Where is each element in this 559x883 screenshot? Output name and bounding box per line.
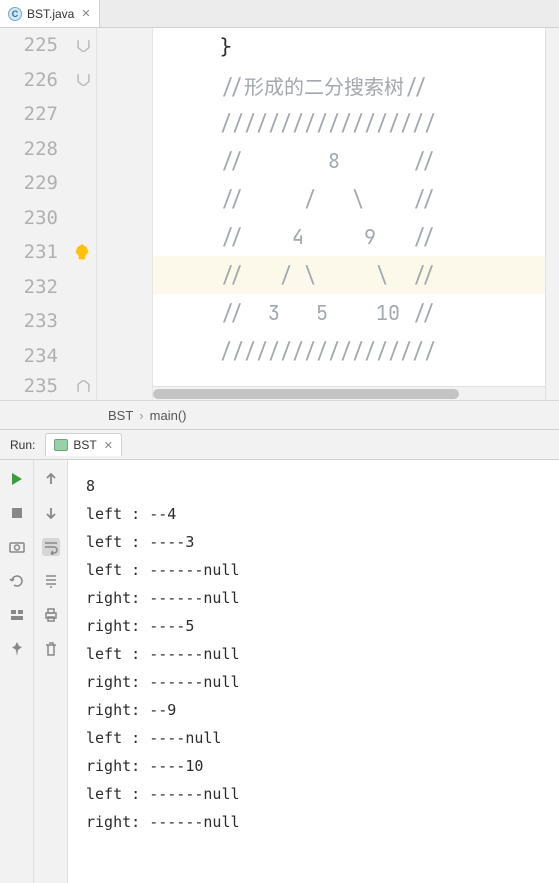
stop-icon[interactable] bbox=[8, 504, 26, 522]
close-icon[interactable]: ✕ bbox=[81, 7, 90, 20]
run-tab[interactable]: BST ✕ bbox=[45, 433, 122, 456]
run-tab-label: BST bbox=[73, 438, 96, 452]
trash-icon[interactable] bbox=[42, 640, 60, 658]
print-icon[interactable] bbox=[42, 606, 60, 624]
console-output[interactable]: 8 left : --4 left : ----3 left : ------n… bbox=[68, 460, 559, 883]
java-class-icon: C bbox=[8, 7, 22, 21]
run-panel-header: Run: BST ✕ bbox=[0, 430, 559, 460]
rerun-icon[interactable] bbox=[8, 572, 26, 590]
vertical-scrollbar[interactable] bbox=[545, 28, 559, 400]
scroll-icon[interactable] bbox=[42, 572, 60, 590]
line-number: 226 bbox=[0, 62, 96, 96]
line-number: 234 bbox=[0, 338, 96, 372]
tab-label: BST.java bbox=[27, 7, 74, 21]
editor-tab-bar: C BST.java ✕ bbox=[0, 0, 559, 28]
breadcrumb-class[interactable]: BST bbox=[108, 408, 133, 423]
down-arrow-icon[interactable] bbox=[42, 504, 60, 522]
intention-bulb-icon[interactable] bbox=[74, 244, 90, 260]
code-line[interactable]: //形成的二分搜索树// bbox=[153, 66, 545, 104]
line-number: 231 bbox=[0, 235, 96, 269]
run-toolbar-left bbox=[0, 460, 34, 883]
chevron-right-icon: › bbox=[139, 408, 143, 423]
editor-tab-bst[interactable]: C BST.java ✕ bbox=[0, 0, 100, 27]
line-number: 232 bbox=[0, 269, 96, 303]
run-toolbar-right bbox=[34, 460, 68, 883]
camera-icon[interactable] bbox=[8, 538, 26, 556]
line-number: 227 bbox=[0, 97, 96, 131]
pin-icon[interactable] bbox=[8, 640, 26, 658]
close-icon[interactable]: ✕ bbox=[104, 439, 113, 452]
code-line[interactable]: // / \ // bbox=[153, 180, 545, 218]
code-editor[interactable]: 225226227228229230231232233234235 }//形成的… bbox=[0, 28, 559, 400]
horizontal-scrollbar[interactable] bbox=[153, 386, 545, 400]
code-line[interactable]: ////////////////// bbox=[153, 104, 545, 142]
marker-gutter bbox=[97, 28, 153, 400]
play-icon[interactable] bbox=[8, 470, 26, 488]
line-number: 235 bbox=[0, 373, 96, 400]
line-number: 233 bbox=[0, 304, 96, 338]
fold-end-icon[interactable] bbox=[77, 73, 90, 86]
layout-icon[interactable] bbox=[8, 606, 26, 624]
line-number: 225 bbox=[0, 28, 96, 62]
run-panel: 8 left : --4 left : ----3 left : ------n… bbox=[0, 460, 559, 883]
line-number: 229 bbox=[0, 166, 96, 200]
line-number: 228 bbox=[0, 131, 96, 165]
fold-start-icon[interactable] bbox=[77, 380, 90, 393]
scrollbar-thumb[interactable] bbox=[153, 389, 459, 399]
code-line[interactable]: // 3 5 10 // bbox=[153, 294, 545, 332]
code-line[interactable]: } bbox=[153, 28, 545, 66]
fold-end-icon[interactable] bbox=[77, 39, 90, 52]
code-line[interactable]: // 8 // bbox=[153, 142, 545, 180]
code-line[interactable]: ////////////////// bbox=[153, 332, 545, 370]
code-content[interactable]: }//形成的二分搜索树////////////////////// 8 ////… bbox=[153, 28, 545, 400]
run-label: Run: bbox=[10, 438, 35, 452]
run-config-icon bbox=[54, 439, 68, 451]
code-line[interactable]: // / \ \ // bbox=[153, 256, 545, 294]
line-number: 230 bbox=[0, 200, 96, 234]
breadcrumb-method[interactable]: main() bbox=[150, 408, 187, 423]
code-line[interactable]: // 4 9 // bbox=[153, 218, 545, 256]
wrap-icon[interactable] bbox=[42, 538, 60, 556]
breadcrumb[interactable]: BST › main() bbox=[0, 400, 559, 430]
line-number-gutter: 225226227228229230231232233234235 bbox=[0, 28, 97, 400]
up-arrow-icon[interactable] bbox=[42, 470, 60, 488]
